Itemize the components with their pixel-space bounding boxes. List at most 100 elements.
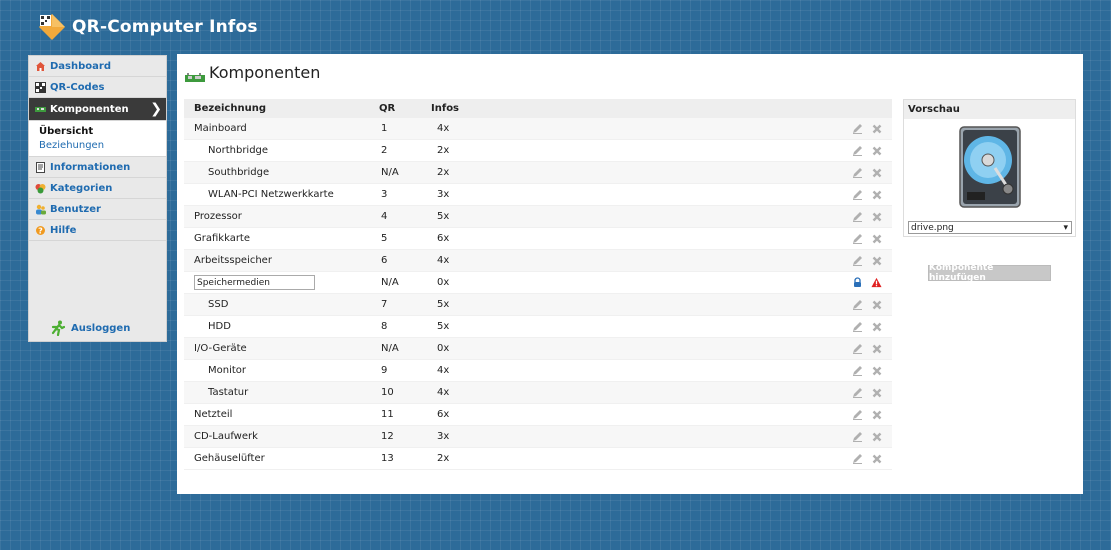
hard-drive-image [958, 126, 1021, 208]
document-icon [35, 161, 46, 173]
delete-icon[interactable] [871, 453, 882, 464]
delete-icon[interactable] [871, 145, 882, 156]
column-header-infos[interactable]: Infos [425, 103, 805, 114]
cell-infos: 4x [437, 123, 450, 134]
cell-name: Southbridge [208, 167, 270, 178]
row-actions [805, 211, 892, 222]
delete-icon[interactable] [871, 233, 882, 244]
delete-icon[interactable] [871, 299, 882, 310]
edit-icon[interactable] [852, 299, 863, 310]
cell-name: Grafikkarte [194, 233, 251, 244]
row-actions [805, 277, 892, 288]
subnav-item-uebersicht[interactable]: Übersicht [39, 125, 166, 139]
table-row: Prozessor 4 5x [184, 206, 892, 228]
delete-icon[interactable] [871, 189, 882, 200]
cell-infos: 2x [437, 453, 450, 464]
edit-icon[interactable] [852, 167, 863, 178]
sidebar-item-komponenten[interactable]: Komponenten ❯ [29, 98, 166, 121]
logout-button[interactable]: Ausloggen [51, 320, 130, 337]
edit-icon[interactable] [852, 255, 863, 266]
warning-icon[interactable] [871, 277, 882, 288]
edit-icon[interactable] [852, 365, 863, 376]
add-component-button[interactable]: Komponente hinzufügen [928, 263, 1051, 283]
cell-qr: 7 [381, 299, 388, 310]
delete-icon[interactable] [871, 167, 882, 178]
delete-icon[interactable] [871, 365, 882, 376]
delete-icon[interactable] [871, 321, 882, 332]
edit-icon[interactable] [852, 123, 863, 134]
edit-icon[interactable] [852, 145, 863, 156]
cell-name: Gehäuselüfter [194, 453, 265, 464]
cell-qr: 9 [381, 365, 388, 376]
edit-icon[interactable] [852, 233, 863, 244]
sidebar-item-label: QR-Codes [50, 81, 105, 93]
delete-icon[interactable] [871, 409, 882, 420]
row-actions [805, 233, 892, 244]
dropdown-arrow-icon: ▾ [1063, 222, 1068, 233]
cell-infos: 2x [437, 167, 450, 178]
sidebar-item-hilfe[interactable]: ? Hilfe [29, 220, 166, 241]
sidebar-item-kategorien[interactable]: Kategorien [29, 178, 166, 199]
sidebar-item-qr-codes[interactable]: QR-Codes [29, 77, 166, 98]
sidebar-item-informationen[interactable]: Informationen [29, 157, 166, 178]
edit-icon[interactable] [852, 189, 863, 200]
cell-infos: 0x [437, 343, 450, 354]
delete-icon[interactable] [871, 387, 882, 398]
table-row: WLAN-PCI Netzwerkkarte 3 3x [184, 184, 892, 206]
chevron-right-icon: ❯ [150, 101, 162, 117]
sidebar-item-dashboard[interactable]: Dashboard [29, 56, 166, 77]
circuit-board-icon [185, 68, 205, 82]
table-row: Arbeitsspeicher 6 4x [184, 250, 892, 272]
table-row: Gehäuselüfter 13 2x [184, 448, 892, 470]
delete-icon[interactable] [871, 255, 882, 266]
delete-icon[interactable] [871, 123, 882, 134]
cell-name: Monitor [208, 365, 247, 376]
edit-icon[interactable] [852, 387, 863, 398]
row-actions [805, 167, 892, 178]
cell-name: Mainboard [194, 123, 247, 134]
column-header-qr[interactable]: QR [369, 103, 425, 114]
delete-icon[interactable] [871, 211, 882, 222]
users-icon [35, 204, 46, 215]
qr-code-icon [35, 81, 46, 93]
table-row: Southbridge N/A 2x [184, 162, 892, 184]
row-actions [805, 189, 892, 200]
app-title: QR-Computer Infos [72, 17, 258, 37]
image-select-value: drive.png [911, 222, 954, 233]
edit-icon[interactable] [852, 431, 863, 442]
table-row: CD-Laufwerk 12 3x [184, 426, 892, 448]
sidebar-item-label: Komponenten [50, 103, 129, 115]
cell-name: HDD [208, 321, 231, 332]
component-name-input[interactable] [194, 275, 315, 290]
row-actions [805, 123, 892, 134]
cell-infos: 3x [437, 431, 450, 442]
app-header: QR-Computer Infos [38, 12, 258, 42]
cell-name: SSD [208, 299, 229, 310]
delete-icon[interactable] [871, 343, 882, 354]
edit-icon[interactable] [852, 321, 863, 332]
svg-text:?: ? [38, 226, 43, 235]
row-actions [805, 409, 892, 420]
cell-infos: 6x [437, 233, 450, 244]
column-header-name[interactable]: Bezeichnung [184, 103, 369, 114]
cell-name: CD-Laufwerk [194, 431, 258, 442]
sidebar-item-benutzer[interactable]: Benutzer [29, 199, 166, 220]
row-actions [805, 321, 892, 332]
preview-title: Vorschau [904, 100, 1075, 119]
edit-icon[interactable] [852, 453, 863, 464]
edit-icon[interactable] [852, 409, 863, 420]
sidebar-item-label: Informationen [50, 161, 131, 173]
row-actions [805, 343, 892, 354]
image-select[interactable]: drive.png ▾ [908, 221, 1072, 234]
cell-qr: 10 [381, 387, 394, 398]
table-row: HDD 8 5x [184, 316, 892, 338]
cell-qr: 8 [381, 321, 388, 332]
lock-icon[interactable] [852, 277, 863, 288]
cell-infos: 4x [437, 387, 450, 398]
edit-icon[interactable] [852, 211, 863, 222]
edit-icon[interactable] [852, 343, 863, 354]
subnav-item-beziehungen[interactable]: Beziehungen [39, 139, 166, 153]
cell-infos: 5x [437, 211, 450, 222]
delete-icon[interactable] [871, 431, 882, 442]
cell-qr: 6 [381, 255, 388, 266]
